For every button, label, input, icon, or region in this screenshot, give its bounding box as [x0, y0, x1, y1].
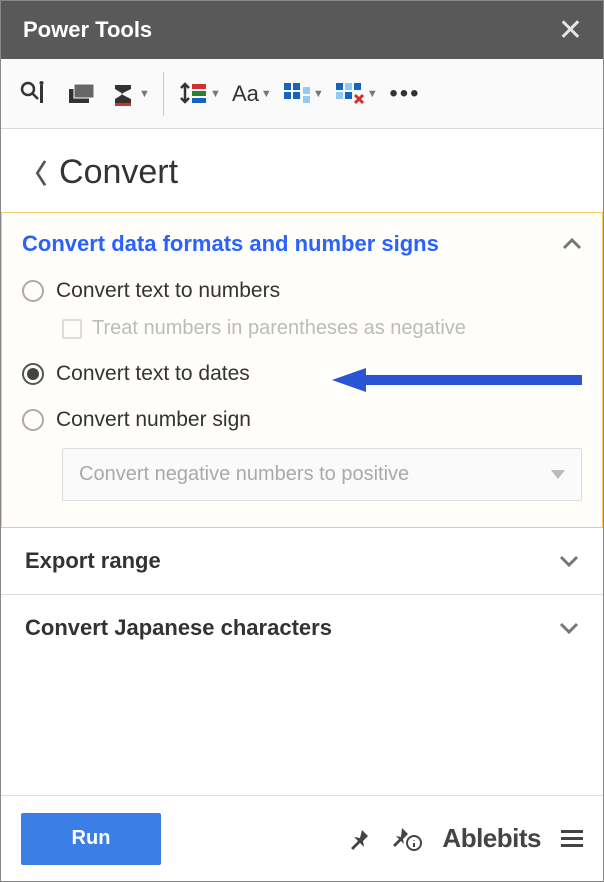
- close-icon[interactable]: ✕: [558, 13, 583, 48]
- chevron-down-icon: ▼: [139, 88, 149, 100]
- page-header: 〈 Convert: [1, 129, 603, 212]
- toolbar: ▼ ▼ Aa ▼: [1, 59, 603, 129]
- section-header-convert-formats[interactable]: Convert data formats and number signs: [22, 231, 582, 257]
- page-title: Convert: [59, 153, 178, 192]
- pin-icon[interactable]: [348, 827, 372, 851]
- number-sign-select: Convert negative numbers to positive: [62, 448, 582, 501]
- app-title: Power Tools: [23, 17, 152, 43]
- chevron-down-icon: ▼: [313, 88, 323, 100]
- sheets-icon[interactable]: [59, 72, 103, 116]
- radio-icon[interactable]: [22, 409, 44, 431]
- pin-info-icon[interactable]: [392, 826, 422, 852]
- option-text-to-numbers[interactable]: Convert text to numbers: [22, 279, 582, 303]
- section-title-label: Export range: [25, 548, 161, 574]
- radio-label: Convert number sign: [56, 408, 251, 432]
- select-value: Convert negative numbers to positive: [79, 463, 409, 486]
- clear-grid-icon[interactable]: ▼: [331, 72, 381, 116]
- chevron-down-icon: [559, 554, 579, 568]
- radio-icon[interactable]: [22, 363, 44, 385]
- more-icon[interactable]: •••: [385, 72, 425, 116]
- menu-icon[interactable]: [561, 830, 583, 848]
- section-japanese-chars[interactable]: Convert Japanese characters: [1, 594, 603, 661]
- option-text-to-dates[interactable]: Convert text to dates: [22, 362, 582, 386]
- radio-icon[interactable]: [22, 280, 44, 302]
- titlebar: Power Tools ✕: [1, 1, 603, 59]
- section-title-label: Convert Japanese characters: [25, 615, 332, 641]
- chevron-down-icon: [559, 621, 579, 635]
- radio-label: Convert text to numbers: [56, 279, 280, 303]
- grid-split-icon[interactable]: ▼: [279, 72, 327, 116]
- sort-color-icon[interactable]: ▼: [174, 72, 224, 116]
- chevron-down-icon: ▼: [261, 88, 271, 100]
- checkbox-icon: [62, 319, 82, 339]
- back-icon[interactable]: 〈: [21, 154, 47, 191]
- chevron-up-icon: [562, 237, 582, 251]
- radio-label: Convert text to dates: [56, 362, 250, 386]
- section-title: Convert data formats and number signs: [22, 231, 439, 257]
- checkbox-label: Treat numbers in parentheses as negative: [92, 317, 466, 340]
- brand-label: Ablebits: [442, 823, 541, 854]
- text-case-icon[interactable]: Aa ▼: [228, 72, 275, 116]
- chevron-down-icon: [551, 470, 565, 480]
- power-tools-panel: Power Tools ✕ ▼: [0, 0, 604, 882]
- option-treat-paren-negative: Treat numbers in parentheses as negative: [62, 317, 582, 340]
- footer: Run Ablebits: [1, 795, 603, 881]
- section-convert-formats: Convert data formats and number signs Co…: [1, 212, 603, 528]
- option-number-sign[interactable]: Convert number sign: [22, 408, 582, 432]
- smart-toolbar-icon[interactable]: [11, 72, 55, 116]
- annotation-arrow-icon: [332, 366, 582, 394]
- section-export-range[interactable]: Export range: [1, 528, 603, 594]
- chevron-down-icon: ▼: [210, 88, 220, 100]
- run-button[interactable]: Run: [21, 813, 161, 865]
- sigma-icon[interactable]: ▼: [107, 72, 153, 116]
- toolbar-separator: [163, 72, 164, 116]
- chevron-down-icon: ▼: [367, 88, 377, 100]
